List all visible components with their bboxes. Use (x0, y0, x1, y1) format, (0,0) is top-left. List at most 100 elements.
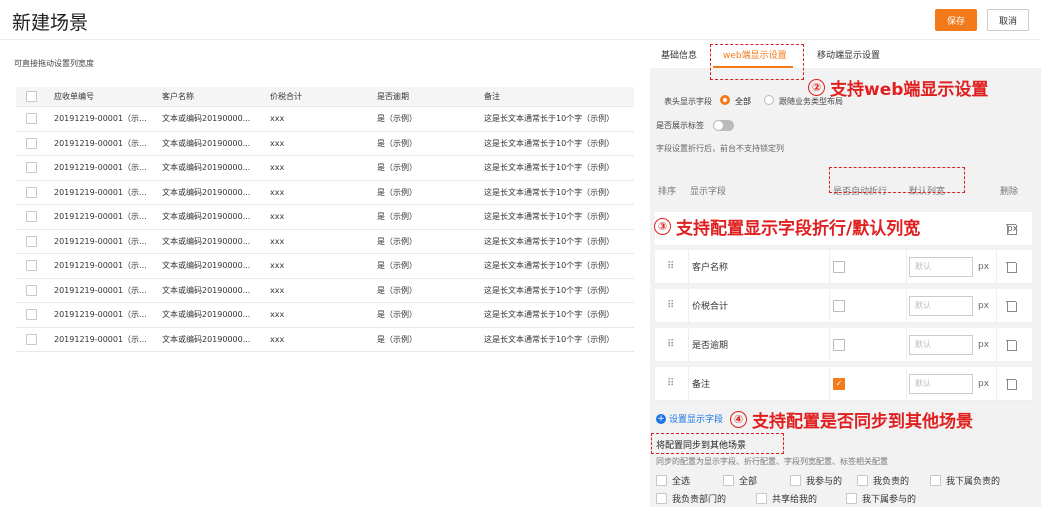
scope-label: 共享给我的 (772, 495, 818, 505)
sync-scope-option[interactable]: 共享给我的 (756, 492, 817, 505)
scope-checkbox[interactable] (756, 493, 767, 504)
column-header[interactable]: 价税合计 (270, 87, 370, 106)
table-cell: 20191219-00001（示... (54, 285, 147, 295)
annotation-sync: ④ 支持配置是否同步到其他场景 (730, 407, 973, 432)
row-checkbox[interactable] (26, 137, 37, 149)
trash-icon[interactable] (1006, 261, 1017, 273)
order-header: 排序 (658, 186, 677, 197)
table-cell: 这是长文本通常长于10个字（示例） (484, 334, 615, 344)
trash-icon[interactable] (1006, 339, 1017, 351)
column-header[interactable]: 应收单编号 (54, 87, 154, 106)
sync-scope-option[interactable]: 我参与的 (790, 474, 842, 487)
table-cell: 这是长文本通常长于10个字（示例） (484, 187, 615, 197)
sync-scope-option[interactable]: 全选 (656, 474, 690, 487)
page-title: 新建场景 (12, 12, 89, 34)
column-header[interactable]: 备注 (484, 87, 634, 106)
scope-label: 全部 (739, 477, 758, 487)
table-row[interactable]: 20191219-00001（示... 文本或编码20190000... xxx 是（… (16, 181, 634, 205)
tab-mobile-display[interactable]: 移动端显示设置 (817, 48, 880, 61)
table-cell: 是（示例） (377, 163, 417, 173)
annotation-box-wrap-width (829, 167, 965, 193)
sync-scope-option[interactable]: 我下属负责的 (930, 474, 1000, 487)
table-cell: 这是长文本通常长于10个字（示例） (484, 261, 615, 271)
tab-basic-info[interactable]: 基础信息 (661, 48, 697, 61)
auto-wrap-checkbox[interactable] (833, 299, 845, 312)
table-row[interactable]: 20191219-00001（示... 文本或编码20190000... xxx 是（… (16, 328, 634, 352)
table-cell: 是（示例） (377, 310, 417, 320)
column-width-input[interactable]: 默认 (909, 256, 973, 277)
row-checkbox[interactable] (26, 162, 37, 174)
table-row[interactable]: 20191219-00001（示... 文本或编码20190000... xxx 是（… (16, 279, 634, 303)
column-width-hint: 可直接拖动设置列宽度 (14, 59, 94, 68)
row-checkbox[interactable] (26, 113, 37, 125)
table-row[interactable]: 20191219-00001（示... 文本或编码20190000... xxx 是（… (16, 107, 634, 132)
scope-checkbox[interactable] (656, 493, 667, 504)
row-checkbox[interactable] (26, 235, 37, 247)
table-cell: 文本或编码20190000... (162, 310, 251, 320)
table-cell: 文本或编码20190000... (162, 138, 251, 148)
auto-wrap-checkbox[interactable] (833, 338, 845, 351)
sync-scope-option[interactable]: 我下属参与的 (846, 492, 916, 505)
annotation-box-web (710, 44, 804, 80)
show-tag-toggle[interactable] (713, 120, 734, 131)
table-cell: 这是长文本通常长于10个字（示例） (484, 212, 615, 222)
scope-checkbox[interactable] (656, 475, 667, 486)
scope-checkbox[interactable] (857, 475, 868, 486)
scope-checkbox[interactable] (790, 475, 801, 486)
table-row[interactable]: 20191219-00001（示... 文本或编码20190000... xxx 是（… (16, 303, 634, 328)
row-checkbox[interactable] (26, 333, 37, 345)
row-checkbox[interactable] (26, 260, 37, 272)
drag-handle-icon[interactable]: ⠿ (667, 378, 674, 389)
table-cell: 这是长文本通常长于10个字（示例） (484, 114, 615, 124)
save-button[interactable]: 保存 (935, 9, 977, 31)
scope-label: 我负责的 (873, 477, 910, 487)
annotation-box-sync (651, 433, 784, 454)
row-checkbox[interactable] (26, 186, 37, 198)
scope-checkbox[interactable] (723, 475, 734, 486)
table-cell: 文本或编码20190000... (162, 187, 251, 197)
trash-icon[interactable] (1006, 223, 1017, 235)
table-cell: xxx (270, 114, 285, 124)
trash-icon[interactable] (1006, 300, 1017, 312)
table-row[interactable]: 20191219-00001（示... 文本或编码20190000... xxx 是（… (16, 230, 634, 254)
scope-checkbox[interactable] (930, 475, 941, 486)
scope-checkbox[interactable] (846, 493, 857, 504)
plus-icon: + (656, 413, 666, 424)
column-header[interactable]: 客户名称 (162, 87, 262, 106)
sync-scope-option[interactable]: 我负责部门的 (656, 492, 726, 505)
trash-icon[interactable] (1006, 378, 1017, 390)
table-cell: 这是长文本通常长于10个字（示例） (484, 285, 615, 295)
table-body: 20191219-00001（示... 文本或编码20190000... xxx 是（… (16, 107, 634, 352)
drag-handle-icon[interactable]: ⠿ (667, 300, 674, 311)
cancel-button[interactable]: 取消 (987, 9, 1029, 31)
table-row[interactable]: 20191219-00001（示... 文本或编码20190000... xxx 是（… (16, 205, 634, 230)
row-checkbox[interactable] (26, 309, 37, 321)
drag-handle-icon[interactable]: ⠿ (667, 261, 674, 272)
row-checkbox[interactable] (26, 284, 37, 296)
auto-wrap-checkbox[interactable]: ✓ (833, 377, 845, 390)
scope-label: 我下属参与的 (862, 495, 917, 505)
field-header: 显示字段 (690, 186, 727, 197)
column-width-input[interactable]: 默认 (909, 373, 973, 394)
sync-scope-option[interactable]: 我负责的 (857, 474, 909, 487)
column-width-input[interactable]: 默认 (909, 334, 973, 355)
add-display-field-link[interactable]: + 设置显示字段 (656, 412, 723, 425)
row-checkbox[interactable] (26, 211, 37, 223)
field-name: 价税合计 (692, 302, 729, 312)
field-name: 是否逾期 (692, 341, 729, 351)
column-width-input[interactable]: 默认 (909, 295, 973, 316)
sync-description: 同步的配置为显示字段、折行配置、字段列宽配置、标签相关配置 (656, 457, 888, 466)
table-row[interactable]: 20191219-00001（示... 文本或编码20190000... xxx 是（… (16, 254, 634, 279)
auto-wrap-checkbox[interactable] (833, 260, 845, 273)
table-cell: 是（示例） (377, 236, 417, 246)
sync-scope-option[interactable]: 全部 (723, 474, 757, 487)
table-row[interactable]: 20191219-00001（示... 文本或编码20190000... xxx 是（… (16, 132, 634, 156)
table-cell: 是（示例） (377, 285, 417, 295)
radio-follow-layout[interactable] (764, 95, 774, 105)
column-header[interactable]: 是否逾期 (377, 87, 477, 106)
radio-all[interactable] (720, 95, 730, 105)
table-cell: xxx (270, 334, 285, 344)
table-row[interactable]: 20191219-00001（示... 文本或编码20190000... xxx 是（… (16, 156, 634, 181)
select-all-checkbox[interactable] (26, 91, 37, 102)
drag-handle-icon[interactable]: ⠿ (667, 339, 674, 350)
